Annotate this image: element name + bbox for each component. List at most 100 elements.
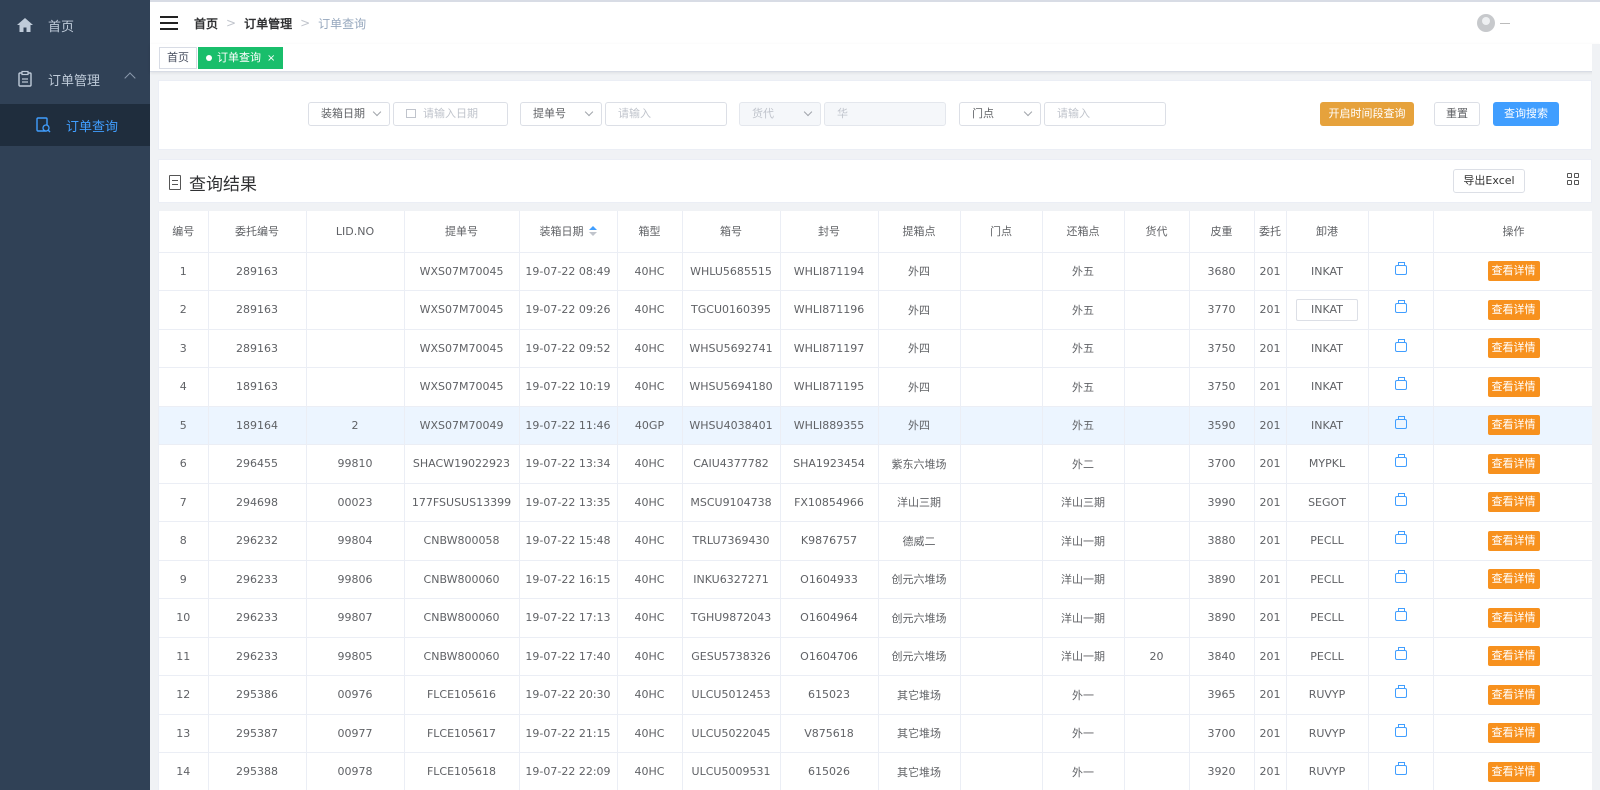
view-details-button[interactable]: 查看详情 bbox=[1487, 299, 1540, 320]
print-icon[interactable] bbox=[1394, 569, 1407, 583]
table-row[interactable]: 6 296455 99810 SHACW19022923 19-07-22 13:34 4… bbox=[159, 444, 1592, 484]
table-row[interactable]: 7 294698 00023 177FSUSUS13399 19-07-22 13:35… bbox=[159, 483, 1592, 522]
view-details-button[interactable]: 查看详情 bbox=[1487, 569, 1540, 590]
table-row[interactable]: 11 296233 99805 CNBW800060 19-07-22 17:40 40H… bbox=[159, 637, 1592, 676]
table-row[interactable]: 14 295388 00978 FLCE105618 19-07-22 22:09 40H… bbox=[159, 752, 1592, 790]
agent-type-select[interactable]: 货代 bbox=[739, 102, 821, 126]
sort-icon[interactable] bbox=[588, 226, 597, 237]
table-row[interactable]: 2 289163 WXS07M70045 19-07-22 09:26 40HC TGCU… bbox=[159, 290, 1592, 330]
avatar[interactable] bbox=[1477, 14, 1495, 32]
table-cell-port: INKAT bbox=[1286, 252, 1369, 291]
table-cell-lid: 00978 bbox=[306, 752, 405, 790]
date-type-select[interactable]: 装箱日期 bbox=[308, 102, 390, 126]
print-icon[interactable] bbox=[1394, 300, 1407, 314]
print-icon[interactable] bbox=[1394, 338, 1407, 352]
view-details-button[interactable]: 查看详情 bbox=[1487, 530, 1540, 551]
view-details-button[interactable]: 查看详情 bbox=[1487, 338, 1540, 359]
print-icon[interactable] bbox=[1394, 454, 1407, 468]
print-icon[interactable] bbox=[1394, 377, 1407, 391]
view-details-button[interactable]: 查看详情 bbox=[1487, 261, 1540, 282]
print-icon[interactable] bbox=[1394, 415, 1407, 429]
export-excel-button[interactable]: 导出Excel bbox=[1453, 169, 1525, 193]
table-row[interactable]: 5 189164 2 WXS07M70049 19-07-22 11:46 40GP WHS… bbox=[159, 406, 1592, 445]
print-icon[interactable] bbox=[1394, 608, 1407, 622]
print-icon[interactable] bbox=[1394, 261, 1407, 275]
print-icon[interactable] bbox=[1394, 762, 1407, 776]
table-cell-tare: 3965 bbox=[1189, 675, 1255, 715]
table-cell-order: 289163 bbox=[208, 290, 307, 330]
table-cell-no: 9 bbox=[159, 560, 209, 599]
table-cell-entrust: 201 bbox=[1254, 598, 1287, 638]
reset-button[interactable]: 重置 bbox=[1434, 102, 1480, 126]
date-input[interactable]: 请输入日期 bbox=[393, 102, 508, 126]
table-cell-date: 19-07-22 10:19 bbox=[519, 367, 618, 407]
hamburger-icon[interactable] bbox=[160, 16, 178, 30]
view-details-button[interactable]: 查看详情 bbox=[1487, 761, 1540, 782]
table-row[interactable]: 13 295387 00977 FLCE105617 19-07-22 21:15 40H… bbox=[159, 714, 1592, 753]
view-details-button[interactable]: 查看详情 bbox=[1487, 684, 1540, 705]
table-cell-entrust: 201 bbox=[1254, 521, 1287, 561]
print-icon[interactable] bbox=[1394, 492, 1407, 506]
close-icon[interactable]: × bbox=[267, 53, 275, 64]
print-icon[interactable] bbox=[1394, 723, 1407, 737]
view-details-button[interactable]: 查看详情 bbox=[1487, 376, 1540, 397]
table-cell-ret: 洋山一期 bbox=[1042, 560, 1125, 599]
door-type-select[interactable]: 门点 bbox=[959, 102, 1041, 126]
breadcrumb-item[interactable]: 首页 bbox=[194, 15, 218, 32]
agent-input[interactable]: 华 bbox=[824, 102, 946, 126]
bill-type-select[interactable]: 提单号 bbox=[520, 102, 602, 126]
bill-input[interactable]: 请输入 bbox=[605, 102, 727, 126]
door-input[interactable]: 请输入 bbox=[1044, 102, 1166, 126]
sidebar-item-home[interactable]: 首页 bbox=[0, 0, 150, 50]
table-cell-bill: WXS07M70045 bbox=[404, 367, 520, 407]
scrollbar[interactable] bbox=[1592, 44, 1600, 790]
table-row[interactable]: 1 289163 WXS07M70045 19-07-22 08:49 40HC WHLU… bbox=[159, 252, 1592, 291]
grid-layout-icon[interactable] bbox=[1567, 173, 1581, 187]
table-cell-order: 189163 bbox=[208, 367, 307, 407]
sidebar-item-order-query[interactable]: 订单查询 bbox=[0, 104, 150, 146]
table-cell-entrust: 201 bbox=[1254, 637, 1287, 676]
user-name[interactable] bbox=[1500, 23, 1510, 24]
table-cell-action: 查看详情 bbox=[1433, 598, 1592, 638]
table-cell-print bbox=[1368, 752, 1434, 790]
view-details-button[interactable]: 查看详情 bbox=[1487, 492, 1540, 513]
table-cell-box: WHLU5685515 bbox=[682, 252, 781, 291]
filter-panel: 装箱日期 请输入日期 提单号 请输入 货代 华 门点 请输入 开启时间段查询 重… bbox=[158, 80, 1592, 150]
breadcrumb-item[interactable]: 订单管理 bbox=[244, 15, 292, 32]
table-row[interactable]: 9 296233 99806 CNBW800060 19-07-22 16:15 40HC… bbox=[159, 560, 1592, 599]
table-cell-agent: 20 bbox=[1124, 637, 1190, 676]
table-row[interactable]: 8 296232 99804 CNBW800058 19-07-22 15:48 40HC… bbox=[159, 521, 1592, 561]
view-details-button[interactable]: 查看详情 bbox=[1487, 607, 1540, 628]
print-icon[interactable] bbox=[1394, 531, 1407, 545]
time-range-button[interactable]: 开启时间段查询 bbox=[1320, 102, 1414, 126]
table-cell-type: 40HC bbox=[617, 329, 683, 368]
table-cell-agent bbox=[1124, 598, 1190, 638]
table-row[interactable]: 12 295386 00976 FLCE105616 19-07-22 20:30 40H… bbox=[159, 675, 1592, 715]
table-row[interactable]: 10 296233 99807 CNBW800060 19-07-22 17:13 40H… bbox=[159, 598, 1592, 638]
view-details-button[interactable]: 查看详情 bbox=[1487, 453, 1540, 474]
table-cell-agent bbox=[1124, 752, 1190, 790]
search-button[interactable]: 查询搜索 bbox=[1493, 102, 1559, 126]
table-cell-action: 查看详情 bbox=[1433, 290, 1592, 330]
table-cell-box: ULCU5022045 bbox=[682, 714, 781, 753]
view-details-button[interactable]: 查看详情 bbox=[1487, 646, 1540, 667]
results-header: 查询结果 导出Excel bbox=[158, 159, 1592, 203]
print-icon[interactable] bbox=[1394, 646, 1407, 660]
chevron-up-icon bbox=[124, 72, 136, 84]
tag-home[interactable]: 首页 bbox=[159, 47, 197, 69]
sidebar-item-order-management[interactable]: 订单管理 bbox=[0, 54, 150, 104]
chevron-down-icon bbox=[1023, 107, 1033, 117]
port-input[interactable]: INKAT bbox=[1296, 298, 1358, 321]
table-row[interactable]: 3 289163 WXS07M70045 19-07-22 09:52 40HC WHSU… bbox=[159, 329, 1592, 368]
print-icon[interactable] bbox=[1394, 685, 1407, 699]
view-details-button[interactable]: 查看详情 bbox=[1487, 415, 1540, 436]
table-cell-tare: 3750 bbox=[1189, 329, 1255, 368]
tag-order-query[interactable]: 订单查询 × bbox=[198, 47, 284, 69]
view-details-button[interactable]: 查看详情 bbox=[1487, 723, 1540, 744]
table-row[interactable]: 4 189163 WXS07M70045 19-07-22 10:19 40HC WHSU… bbox=[159, 367, 1592, 407]
table-cell-door bbox=[960, 675, 1043, 715]
table-cell-print bbox=[1368, 444, 1434, 484]
table-cell-print bbox=[1368, 598, 1434, 638]
clipboard-icon bbox=[18, 70, 32, 87]
column-header-sortable[interactable]: 装箱日期 bbox=[519, 211, 618, 253]
